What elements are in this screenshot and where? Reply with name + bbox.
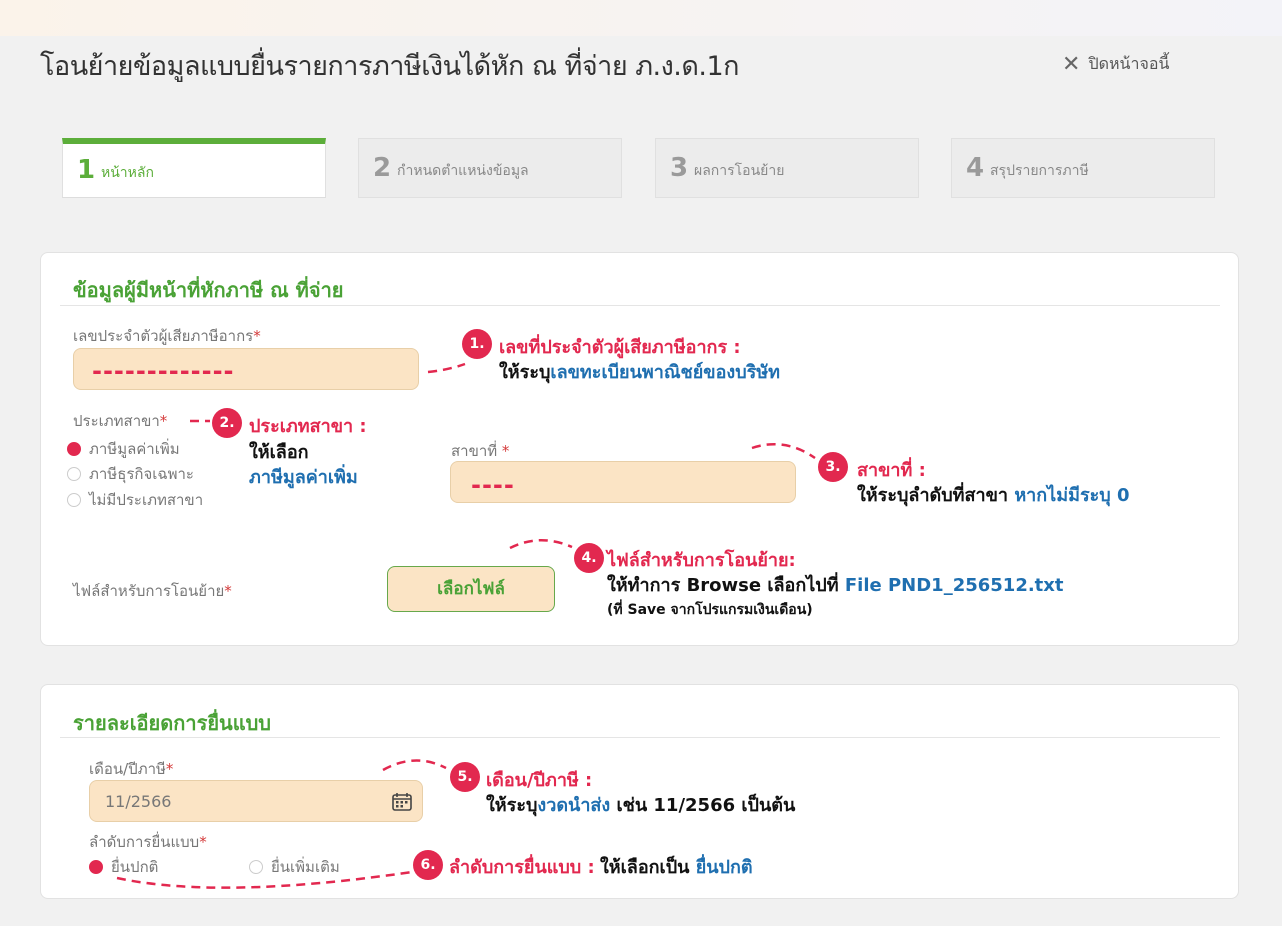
annotation-badge-6: 6. (413, 850, 443, 880)
annotation-badge-4: 4. (574, 543, 604, 573)
annotation-connectors (116, 362, 816, 889)
annotation-2-highlight: ภาษีมูลค่าเพิ่ม (249, 467, 358, 488)
annotation-6-title: ลำดับการยื่นแบบ : (449, 857, 595, 878)
annotation-4-note: (ที่ Save จากโปรแกรมเงินเดือน) (607, 602, 813, 618)
annotation-4-text: ให้ทำการ Browse เลือกไปที่ File PND1_256… (607, 575, 1064, 596)
annotation-2-title: ประเภทสาขา : (249, 416, 367, 437)
annotation-badge-5: 5. (450, 762, 480, 792)
annotation-1-text: ให้ระบุเลขทะเบียนพาณิชย์ของบริษัท (499, 362, 781, 383)
annotation-3-text: ให้ระบุลำดับที่สาขา หากไม่มีระบุ 0 (857, 485, 1130, 506)
annotation-5-text: ให้ระบุงวดนำส่ง เช่น 11/2566 เป็นต้น (486, 795, 796, 816)
annotation-6-text: ให้เลือกเป็น ยื่นปกติ (600, 857, 753, 878)
annotation-badge-1: 1. (462, 329, 492, 359)
annotation-badge-2: 2. (212, 408, 242, 438)
annotation-badge-3: 3. (818, 452, 848, 482)
